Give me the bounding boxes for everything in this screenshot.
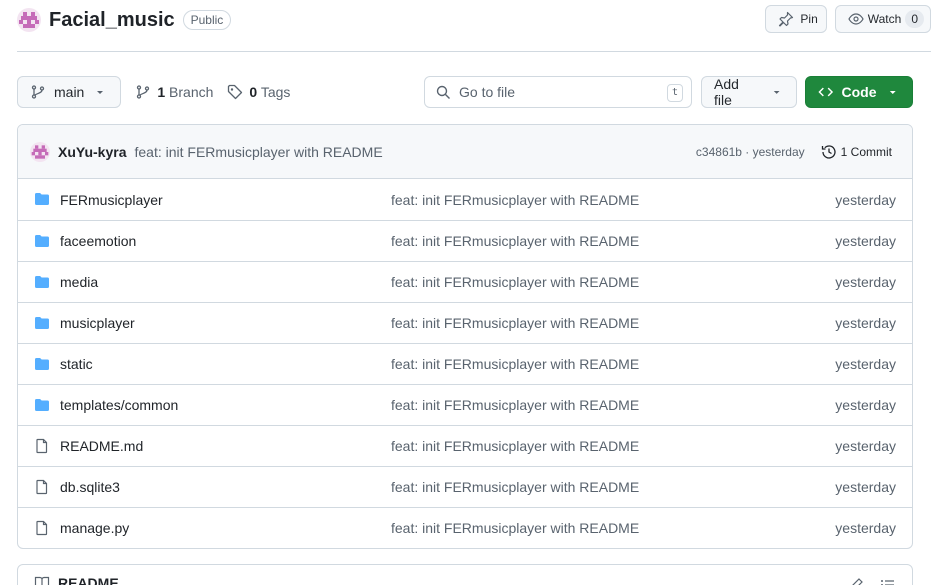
file-commit-message[interactable]: feat: init FERmusicplayer with README (391, 315, 639, 331)
file-commit-message[interactable]: feat: init FERmusicplayer with README (391, 192, 639, 208)
header-divider (17, 51, 931, 52)
repo-header: Facial_music Public Pin Watch 0 (17, 5, 931, 35)
file-commit-date: yesterday (835, 233, 896, 249)
file-icon (34, 479, 50, 495)
code-button[interactable]: Code (805, 76, 913, 108)
file-commit-message[interactable]: feat: init FERmusicplayer with README (391, 274, 639, 290)
file-row[interactable]: templates/common feat: init FERmusicplay… (18, 384, 912, 425)
folder-icon (34, 274, 50, 290)
file-commit-message[interactable]: feat: init FERmusicplayer with README (391, 233, 639, 249)
file-name[interactable]: manage.py (60, 520, 129, 536)
git-branch-icon (137, 85, 150, 99)
repo-toolbar: main 1 Branch 0 Tags Go to file t Add fi… (17, 76, 913, 108)
folder-icon (34, 356, 50, 372)
readme-actions (848, 577, 896, 585)
file-row[interactable]: db.sqlite3 feat: init FERmusicplayer wit… (18, 466, 912, 507)
branches-link[interactable]: 1 Branch (135, 84, 213, 100)
tags-link[interactable]: 0 Tags (227, 84, 290, 100)
latest-commit-bar: XuYu-kyra feat: init FERmusicplayer with… (18, 125, 912, 179)
file-row[interactable]: musicplayer feat: init FERmusicplayer wi… (18, 302, 912, 343)
file-list: FERmusicplayer feat: init FERmusicplayer… (18, 179, 912, 548)
branch-count: 1 (157, 84, 166, 100)
file-name[interactable]: musicplayer (60, 315, 135, 331)
eye-icon (848, 13, 864, 25)
search-icon (436, 85, 450, 99)
pin-label: Pin (800, 12, 818, 26)
add-file-button[interactable]: Add file (701, 76, 797, 108)
add-file-label: Add file (714, 76, 739, 108)
pencil-icon[interactable] (848, 577, 864, 585)
visibility-badge: Public (182, 10, 232, 30)
tag-count: 0 (249, 84, 258, 100)
file-row[interactable]: faceemotion feat: init FERmusicplayer wi… (18, 220, 912, 261)
branch-label: Branch (169, 84, 214, 100)
file-icon (34, 520, 50, 536)
file-commit-date: yesterday (835, 520, 896, 536)
file-name[interactable]: FERmusicplayer (60, 192, 163, 208)
caret-down-icon (97, 91, 104, 94)
go-to-file-input[interactable]: Go to file t (424, 76, 692, 108)
code-icon (818, 87, 834, 97)
code-label: Code (841, 84, 877, 100)
author-avatar[interactable] (30, 141, 50, 162)
watch-count: 0 (905, 10, 924, 28)
commits-history-link[interactable]: 1 Commit (821, 144, 892, 160)
tag-label: Tags (260, 84, 291, 100)
folder-icon (34, 397, 50, 413)
branch-selector[interactable]: main (17, 76, 122, 108)
commit-author[interactable]: XuYu-kyra (58, 144, 126, 160)
file-name[interactable]: static (60, 356, 93, 372)
commit-meta: c34861b · yesterday 1 Commit (696, 144, 892, 160)
caret-down-icon (889, 91, 896, 94)
file-row[interactable]: README.md feat: init FERmusicplayer with… (18, 425, 912, 466)
file-commit-message[interactable]: feat: init FERmusicplayer with README (391, 479, 639, 495)
folder-icon (34, 233, 50, 249)
folder-icon (34, 315, 50, 331)
readme-title[interactable]: README (58, 575, 119, 585)
pin-icon (779, 11, 794, 27)
commits-label: 1 Commit (840, 144, 892, 159)
file-name[interactable]: db.sqlite3 (60, 479, 120, 495)
owner-avatar[interactable] (17, 8, 41, 32)
file-commit-date: yesterday (835, 438, 896, 454)
watch-button[interactable]: Watch 0 (834, 5, 931, 33)
book-icon (34, 576, 50, 585)
header-actions: Pin Watch 0 (765, 5, 931, 33)
file-commit-message[interactable]: feat: init FERmusicplayer with README (391, 438, 639, 454)
commit-hash-time[interactable]: c34861b · yesterday (696, 145, 805, 159)
history-icon (821, 144, 836, 159)
pin-button[interactable]: Pin (765, 5, 827, 33)
file-row[interactable]: media feat: init FERmusicplayer with REA… (18, 261, 912, 302)
go-to-file-placeholder: Go to file (459, 84, 516, 100)
file-commit-date: yesterday (835, 479, 896, 495)
commit-message[interactable]: feat: init FERmusicplayer with README (134, 144, 382, 160)
branch-name: main (54, 84, 85, 100)
file-commit-message[interactable]: feat: init FERmusicplayer with README (391, 356, 639, 372)
file-commit-date: yesterday (835, 191, 896, 208)
file-row[interactable]: manage.py feat: init FERmusicplayer with… (18, 507, 912, 548)
file-name[interactable]: media (60, 274, 98, 290)
folder-icon (34, 191, 50, 207)
tag-icon (228, 84, 243, 100)
shortcut-key: t (666, 84, 683, 102)
file-name[interactable]: templates/common (60, 397, 178, 413)
file-icon (34, 438, 50, 454)
repo-name[interactable]: Facial_music (49, 9, 175, 32)
git-branch-icon (31, 85, 45, 99)
readme-header: README (17, 564, 913, 585)
file-commit-date: yesterday (835, 315, 896, 331)
file-name[interactable]: README.md (60, 438, 143, 454)
file-commit-message[interactable]: feat: init FERmusicplayer with README (391, 520, 639, 536)
file-commit-date: yesterday (835, 397, 896, 413)
caret-down-icon (773, 91, 780, 94)
file-row[interactable]: FERmusicplayer feat: init FERmusicplayer… (18, 179, 912, 220)
file-browser: XuYu-kyra feat: init FERmusicplayer with… (17, 124, 913, 549)
file-commit-date: yesterday (835, 356, 896, 372)
file-row[interactable]: static feat: init FERmusicplayer with RE… (18, 343, 912, 384)
file-name[interactable]: faceemotion (60, 233, 136, 249)
file-commit-message[interactable]: feat: init FERmusicplayer with README (391, 397, 639, 413)
file-commit-date: yesterday (835, 274, 896, 290)
list-icon[interactable] (880, 577, 896, 585)
watch-label: Watch (867, 12, 902, 26)
